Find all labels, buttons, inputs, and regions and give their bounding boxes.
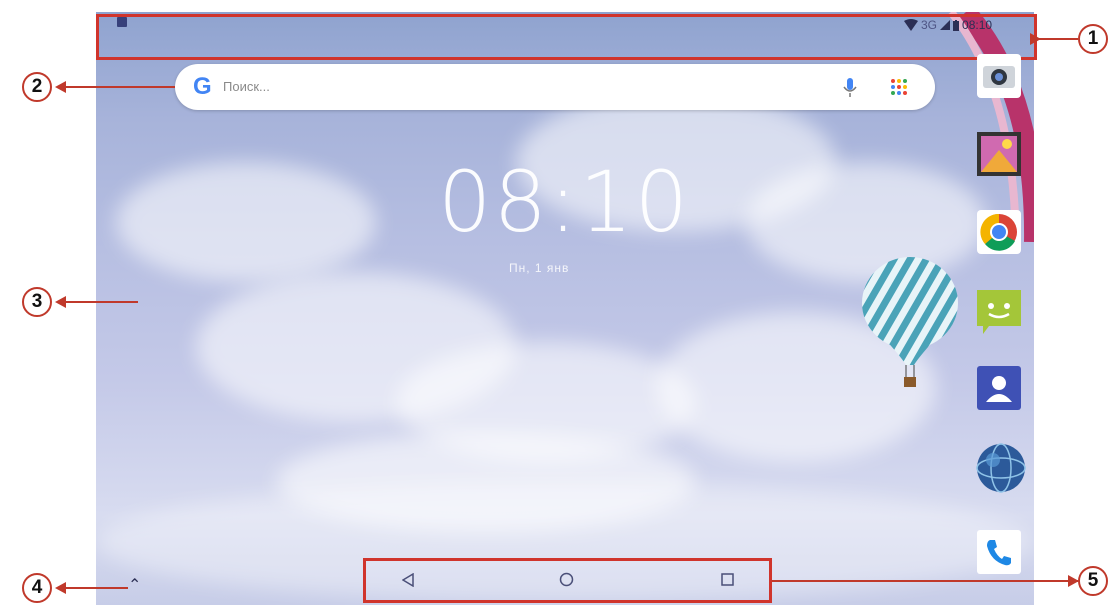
nav-bar-highlight — [363, 558, 772, 603]
apps-grid-icon[interactable] — [889, 77, 909, 97]
callout-1-arrow — [1037, 38, 1078, 40]
callout-5-arrow — [772, 580, 1078, 582]
clock-widget-time[interactable]: 08:10 — [438, 153, 690, 251]
messaging-app-icon[interactable] — [975, 286, 1023, 334]
phone-app-icon[interactable] — [975, 528, 1023, 576]
gallery-app-icon[interactable] — [975, 130, 1023, 178]
contacts-app-icon[interactable] — [975, 364, 1023, 412]
callout-1-arrowhead — [1030, 33, 1041, 45]
callout-2-arrowhead — [55, 81, 66, 93]
search-input[interactable]: Поиск... — [223, 79, 270, 94]
callout-4-arrow — [63, 587, 128, 589]
hot-air-balloon-image — [862, 257, 958, 387]
globe-browser-app-icon[interactable] — [975, 442, 1026, 493]
google-g-icon: G — [193, 73, 212, 100]
clock-widget-date[interactable]: Пн, 1 янв — [509, 261, 569, 275]
chrome-app-icon[interactable] — [975, 208, 1023, 256]
camera-app-icon[interactable] — [975, 52, 1023, 100]
callout-5: 5 — [1078, 566, 1108, 596]
callout-4: 4 — [22, 573, 52, 603]
callout-4-arrowhead — [55, 582, 66, 594]
microphone-icon[interactable] — [840, 76, 860, 100]
google-search-bar[interactable]: G Поиск... — [175, 64, 935, 110]
callout-2: 2 — [22, 72, 52, 102]
status-bar-highlight — [96, 14, 1037, 60]
app-drawer-chevron-icon[interactable]: ⌃ — [128, 575, 141, 595]
callout-3-arrowhead — [55, 296, 66, 308]
callout-5-arrowhead — [1068, 575, 1079, 587]
callout-2-arrow — [63, 86, 175, 88]
callout-1: 1 — [1078, 24, 1108, 54]
callout-3: 3 — [22, 287, 52, 317]
callout-3-arrow — [63, 301, 138, 303]
